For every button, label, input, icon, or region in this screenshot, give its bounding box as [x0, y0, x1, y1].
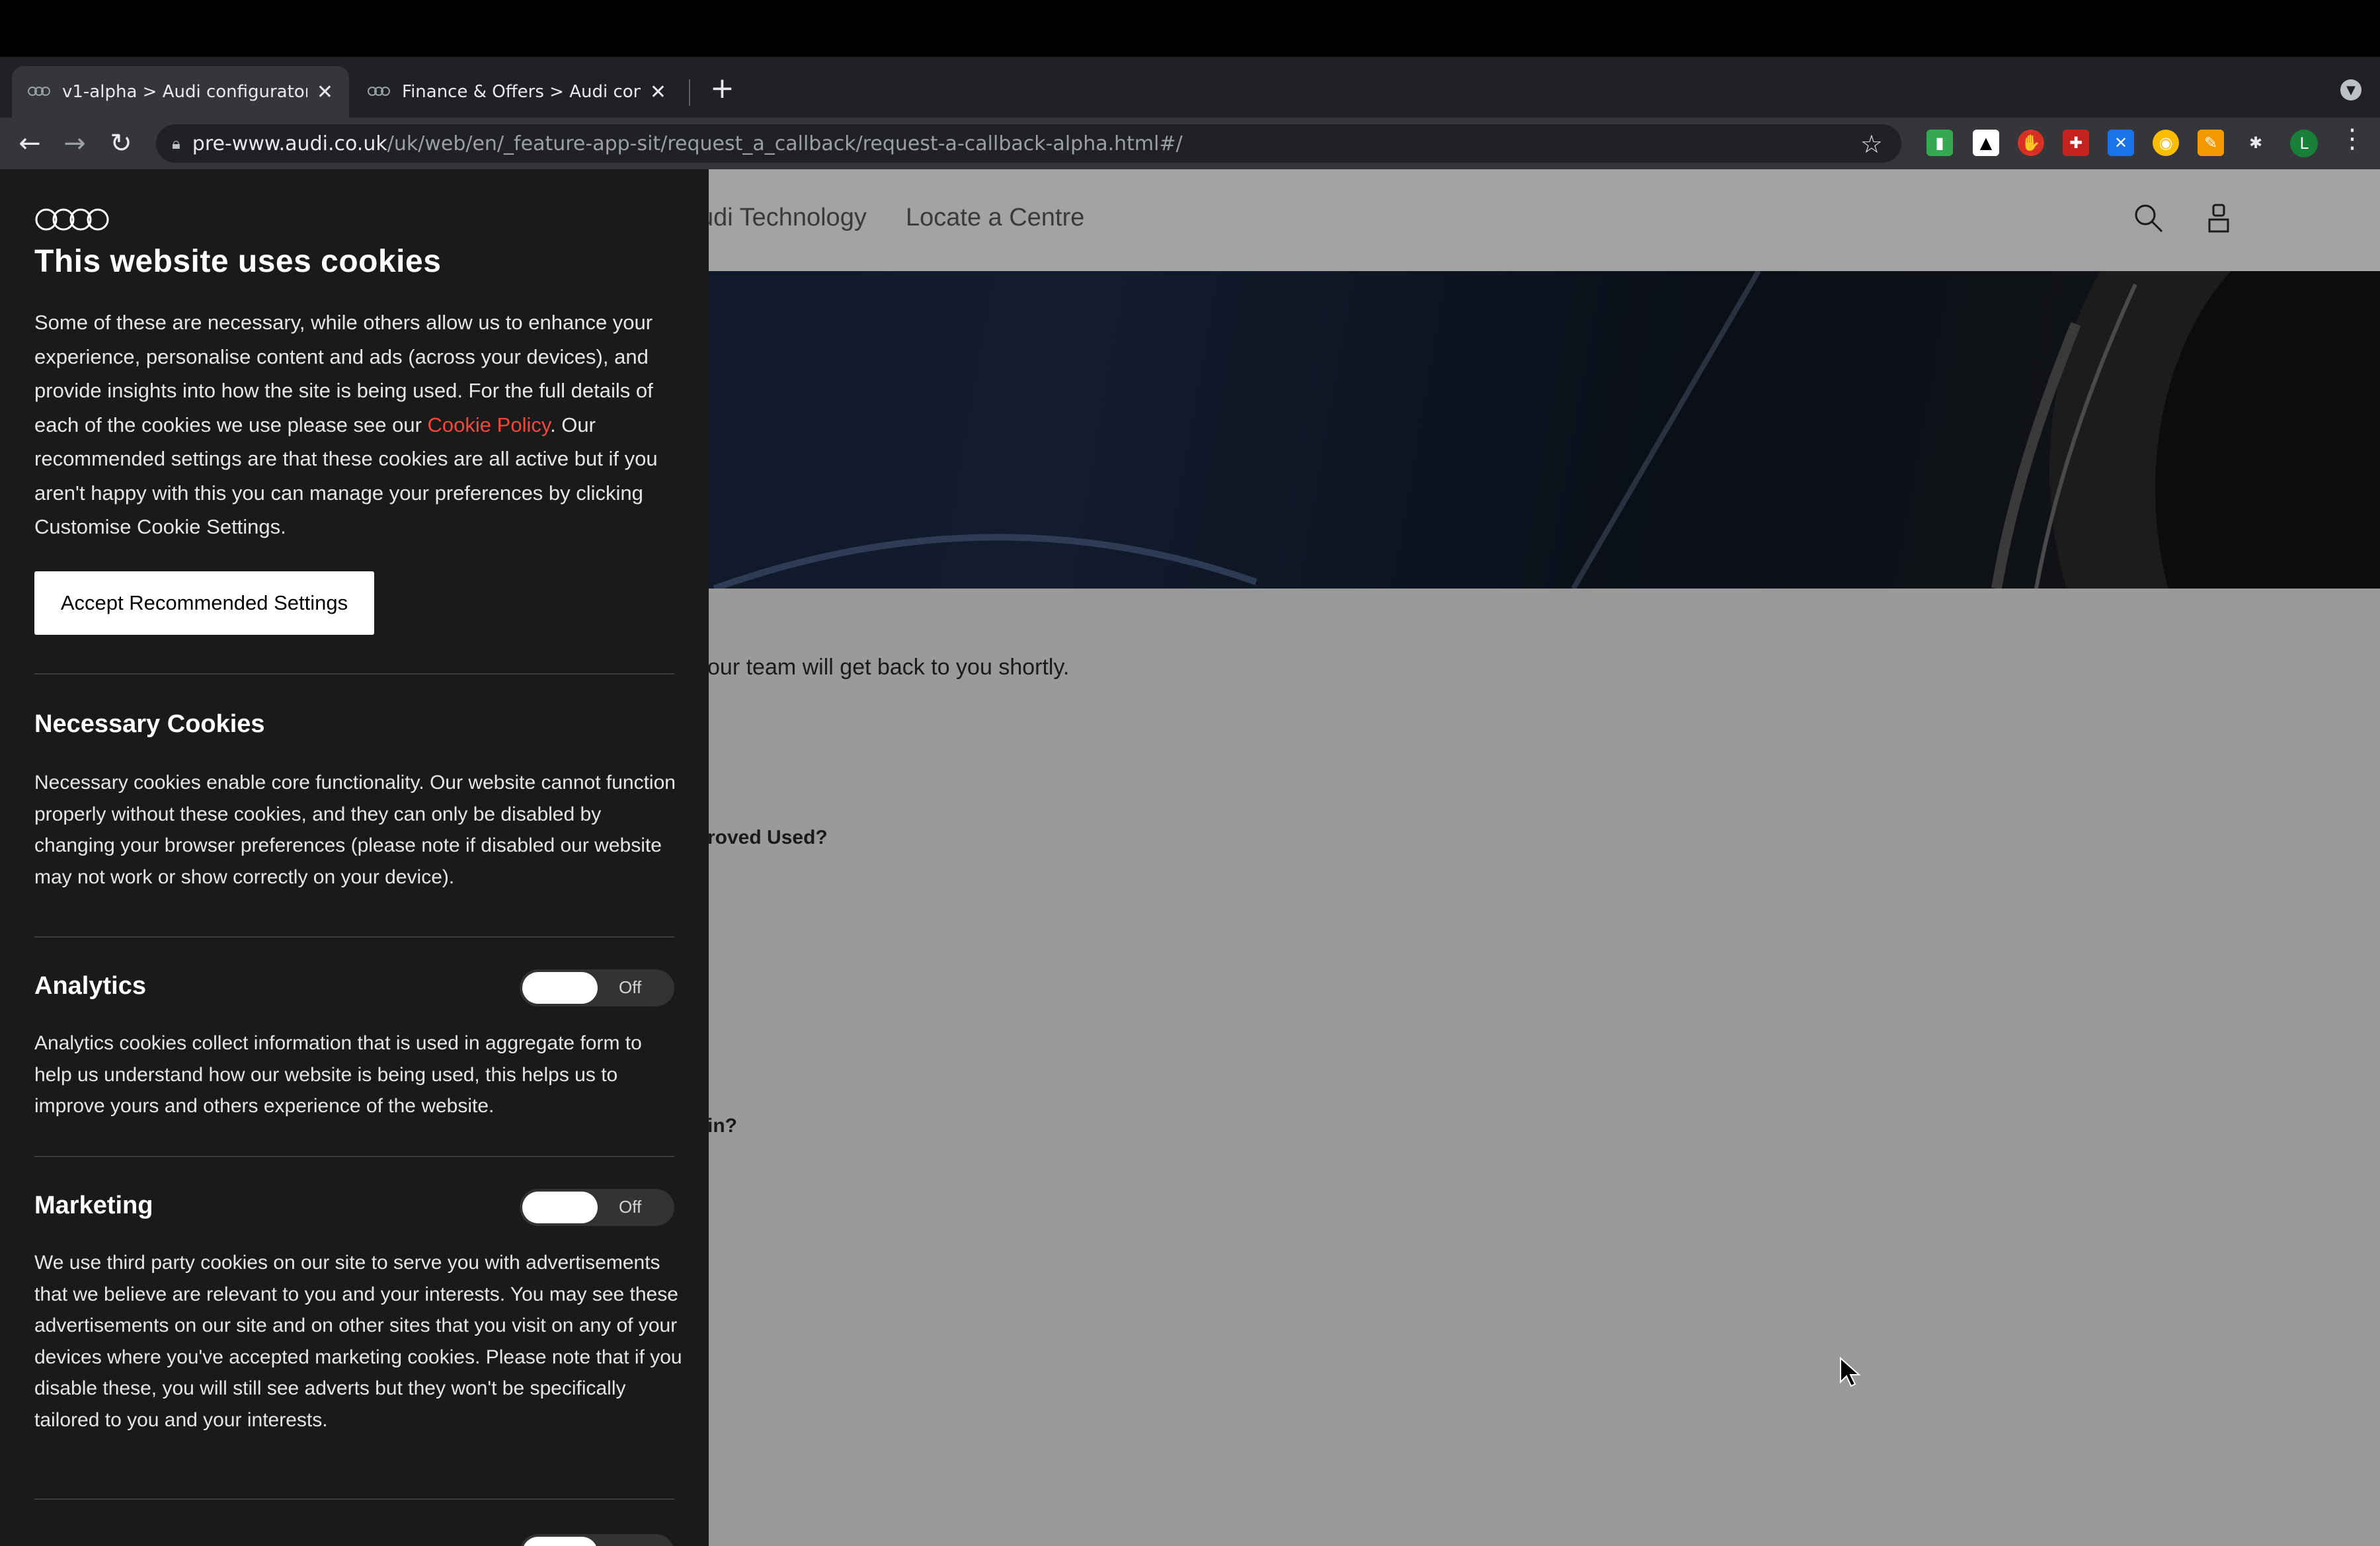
marketing-text: We use third party cookies on our site t…: [34, 1252, 682, 1431]
form-question: in?: [707, 1115, 737, 1137]
audi-favicon-icon: [28, 87, 52, 97]
cookie-policy-link[interactable]: Cookie Policy: [428, 413, 551, 436]
tab-title: Finance & Offers > Audi config: [402, 82, 641, 102]
address-bar[interactable]: 🔒︎ pre-www.audi.co.uk /uk/web/en/_featur…: [156, 124, 1901, 163]
toggle-state-label: Off: [619, 1197, 642, 1217]
lock-icon: 🔒︎: [172, 134, 180, 153]
marketing-title: Marketing: [34, 1192, 153, 1219]
audi-rings-logo: [35, 208, 109, 231]
necessary-cookies-title: Necessary Cookies: [34, 710, 265, 738]
drive-extension-icon[interactable]: ▲: [1973, 130, 1999, 156]
toggle-knob: [522, 1192, 598, 1223]
divider: [34, 673, 674, 674]
browser-tab-active[interactable]: v1-alpha > Audi configurator U ✕: [12, 66, 349, 118]
divider: [34, 1498, 674, 1500]
audi-favicon-icon: [368, 87, 391, 97]
divider: [34, 936, 674, 938]
analytics-title: Analytics: [34, 972, 146, 1000]
analytics-toggle[interactable]: Off: [520, 969, 674, 1006]
chrome-color-icon[interactable]: ◉: [2153, 130, 2179, 156]
nav-link-technology[interactable]: udi Technology: [699, 204, 867, 232]
nav-link-locate-centre[interactable]: Locate a Centre: [906, 204, 1084, 232]
tab-title: v1-alpha > Audi configurator U: [62, 82, 307, 102]
cookie-intro-text: Some of these are necessary, while other…: [34, 305, 682, 544]
new-tab-plus-icon[interactable]: +: [710, 74, 734, 103]
confirmation-message: our team will get back to you shortly.: [707, 655, 1070, 680]
back-arrow-icon[interactable]: ←: [12, 126, 48, 161]
next-section-toggle-partial[interactable]: [520, 1534, 674, 1546]
close-tab-icon[interactable]: ✕: [317, 81, 333, 104]
cookie-consent-panel: This website uses cookies Some of these …: [0, 169, 709, 1546]
toggle-knob: [522, 972, 598, 1004]
browser-menu-icon[interactable]: ⋮: [2339, 126, 2365, 152]
analytics-text: Analytics cookies collect information th…: [34, 1032, 642, 1117]
sheets-extension-icon[interactable]: ▮: [1926, 130, 1953, 156]
reload-icon[interactable]: ↻: [103, 126, 139, 161]
adblock-icon[interactable]: ✋: [2018, 130, 2044, 156]
puzzle-extensions-icon[interactable]: ✱: [2242, 130, 2269, 156]
forward-arrow-icon[interactable]: →: [57, 126, 93, 161]
gift-extension-icon[interactable]: ✚: [2063, 130, 2089, 156]
pencil-extension-icon[interactable]: ✎: [2198, 130, 2224, 156]
cookie-panel-title: This website uses cookies: [34, 244, 442, 279]
url-path: /uk/web/en/_feature-app-sit/request_a_ca…: [387, 132, 1183, 155]
necessary-cookies-text: Necessary cookies enable core functional…: [34, 772, 676, 888]
browser-tab[interactable]: Finance & Offers > Audi config ✕: [352, 66, 682, 118]
user-account-icon[interactable]: [2203, 202, 2235, 234]
marketing-toggle[interactable]: Off: [520, 1189, 674, 1226]
toggle-knob: [522, 1537, 598, 1546]
browser-tabstrip: v1-alpha > Audi configurator U ✕ Finance…: [0, 57, 2380, 118]
os-menu-bar: [0, 0, 2380, 57]
flag-extension-icon[interactable]: ✕: [2108, 130, 2134, 156]
close-tab-icon[interactable]: ✕: [650, 81, 666, 104]
accept-recommended-button[interactable]: Accept Recommended Settings: [34, 571, 374, 635]
url-host: pre-www.audi.co.uk: [192, 132, 387, 155]
form-question-approved-used: roved Used?: [707, 827, 828, 848]
bookmark-star-icon[interactable]: ☆: [1860, 130, 1883, 159]
toggle-state-label: Off: [619, 977, 642, 997]
mouse-cursor-icon: [1840, 1357, 1861, 1387]
profile-avatar[interactable]: L: [2290, 130, 2318, 157]
divider: [34, 1156, 674, 1157]
search-icon[interactable]: [2133, 202, 2164, 234]
tab-separator: [689, 79, 690, 106]
tab-search-chevron-icon[interactable]: ▼: [2340, 79, 2361, 101]
